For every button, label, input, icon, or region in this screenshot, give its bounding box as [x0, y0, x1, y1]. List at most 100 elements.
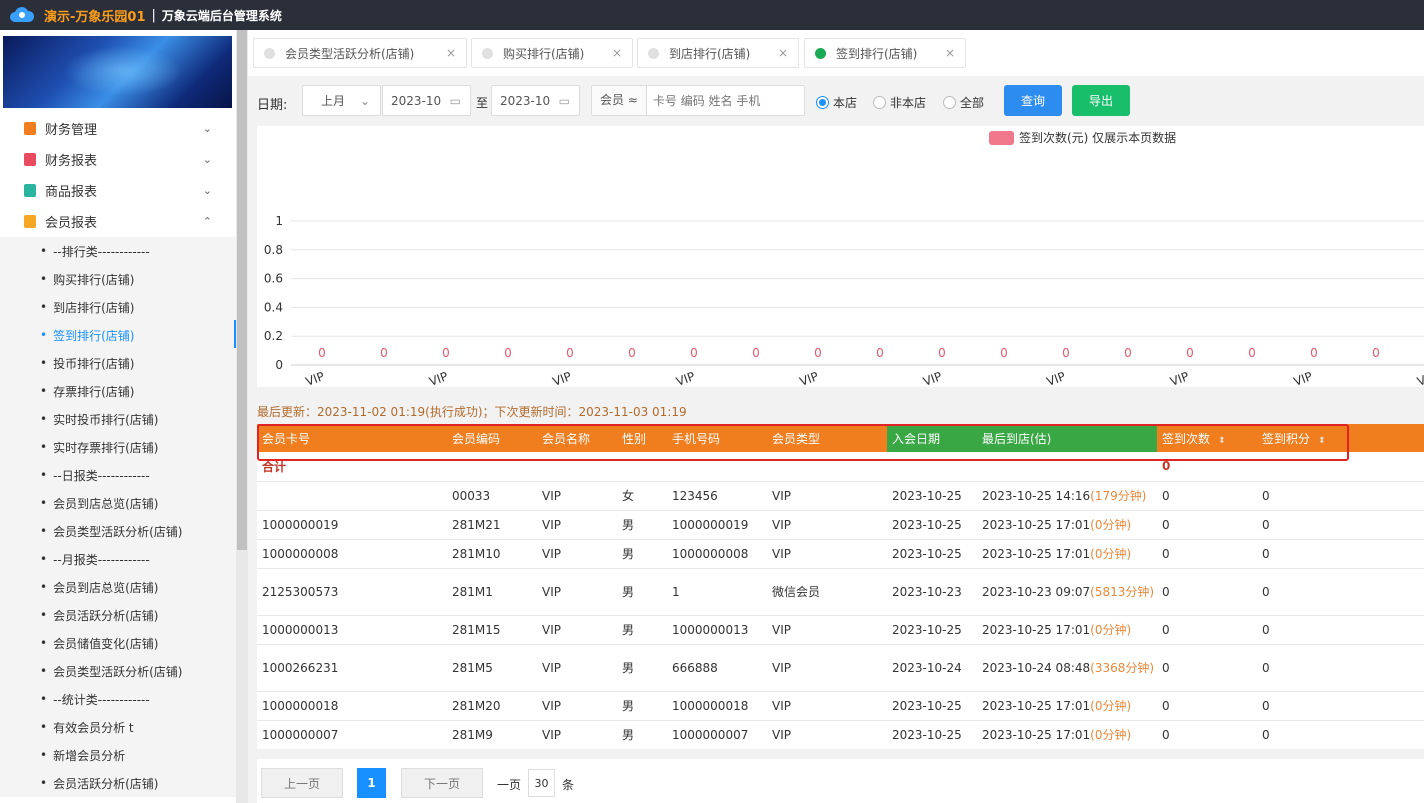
bar-value-label: 0 [380, 346, 388, 360]
sidebar-item[interactable]: • 会员类型活跃分析(店铺) [0, 657, 236, 685]
radio-circle[interactable] [873, 96, 886, 109]
start-date-input[interactable]: 2023-10 ▭ [382, 85, 471, 116]
next-page-button[interactable]: 下一页 [401, 768, 483, 798]
last-update-text: 最后更新：2023-11-02 01:19(执行成功)；下次更新时间：2023-… [257, 405, 687, 419]
cell-phone-text: 1000000013 [672, 622, 749, 637]
cell-code-text: 00033 [452, 488, 491, 503]
sidebar-item-label: 会员活跃分析(店铺) [53, 608, 159, 623]
sidebar-item[interactable]: • 购买排行(店铺) [0, 265, 236, 293]
table-row[interactable]: 1000000008 281M10 VIP 男 1000000008 VIP 2023-10… [257, 539, 1424, 569]
close-icon[interactable]: × [612, 46, 622, 60]
sidebar-item[interactable]: • --统计类------------ [0, 685, 236, 713]
sidebar-item[interactable]: • 会员活跃分析(店铺) [0, 601, 236, 629]
sidebar-item[interactable]: • 实时存票排行(店铺) [0, 433, 236, 461]
sort-icon[interactable]: ⬍ [1318, 436, 1326, 446]
sidebar-item[interactable]: • 实时投币排行(店铺) [0, 405, 236, 433]
cell-name-text: VIP [542, 546, 561, 561]
radio-option[interactable]: 全部 [943, 94, 984, 111]
column-header[interactable]: 签到次数 ⬍ [1157, 424, 1257, 452]
table-row[interactable]: 1000000007 281M9 VIP 男 1000000007 VIP 2023-10-… [257, 720, 1424, 749]
cell-type: VIP [767, 510, 887, 540]
bar-value-label: 0 [1062, 346, 1070, 360]
sidebar-item[interactable]: • 签到排行(店铺) [0, 321, 236, 349]
cell-code-text: 281M10 [452, 546, 501, 561]
table-row[interactable]: 1000000019 281M21 VIP 男 1000000019 VIP 2023-10… [257, 510, 1424, 540]
cell-phone: 123456 [667, 481, 767, 511]
sort-icon[interactable]: ⬍ [1218, 436, 1226, 446]
sidebar-scrollbar[interactable] [236, 30, 248, 803]
cell-type-text: VIP [772, 660, 791, 675]
sidebar-item-label: 会员类型活跃分析(店铺) [53, 524, 183, 539]
sidebar-item[interactable]: • 到店排行(店铺) [0, 293, 236, 321]
sidebar-item[interactable]: • 会员活跃分析(店铺) [0, 769, 236, 797]
cell-last: 2023-10-25 17:01(0分钟) [977, 510, 1157, 540]
sidebar-item[interactable]: • 投币排行(店铺) [0, 349, 236, 377]
radio-circle[interactable] [816, 96, 829, 109]
column-header[interactable]: 签到积分 ⬍ [1257, 424, 1424, 452]
cell-sex-text: 男 [622, 728, 635, 742]
radio-label: 全部 [960, 96, 985, 110]
cell-card-text: 1000266231 [262, 660, 339, 675]
sidebar-item[interactable]: • --排行类------------ [0, 237, 236, 265]
chart-svg: 签到次数(元) 仅展示本页数据 1 0.8 0.6 0.4 0.2 0 0 0 0 0 0 0 0 0 0 0 0… [264, 130, 1424, 387]
close-icon[interactable]: × [446, 46, 456, 60]
sidebar-group-4[interactable]: 会员报表 ⌃ [0, 206, 236, 237]
bullet-icon: • [40, 552, 48, 566]
close-icon[interactable]: × [778, 46, 788, 60]
cell-type-text: 微信会员 [772, 584, 821, 599]
radio-option[interactable]: 非本店 [873, 94, 926, 111]
page-size-input[interactable]: 30 [528, 769, 555, 797]
bullet-icon: • [40, 356, 48, 370]
cell-type-text: VIP [772, 546, 791, 561]
sidebar-item[interactable]: • 会员到店总览(店铺) [0, 489, 236, 517]
sidebar-item[interactable]: • 会员储值变化(店铺) [0, 629, 236, 657]
cell-type: VIP [767, 539, 887, 569]
member-search-input[interactable] [646, 87, 797, 114]
scrollbar-thumb[interactable] [237, 30, 247, 550]
export-button[interactable]: 导出 [1072, 85, 1130, 116]
sidebar-item[interactable]: • --日报类------------ [0, 461, 236, 489]
radio-option[interactable]: 本店 [816, 94, 857, 111]
prev-page-button[interactable]: 上一页 [261, 768, 343, 798]
legend-swatch [989, 131, 1014, 145]
sidebar-item-label: 签到排行(店铺) [53, 328, 135, 343]
sidebar-group-1[interactable]: 财务管理 ⌄ [0, 113, 236, 144]
sidebar-item[interactable]: • --月报类------------ [0, 545, 236, 573]
tab-3[interactable]: 到店排行(店铺) × [637, 38, 799, 68]
table-row[interactable]: 1000000018 281M20 VIP 男 1000000018 VIP 2023-10… [257, 691, 1424, 721]
tab-1[interactable]: 会员类型活跃分析(店铺) × [253, 38, 467, 68]
sidebar-group-2[interactable]: 财务报表 ⌄ [0, 144, 236, 175]
sidebar-item[interactable]: • 新增会员分析 [0, 741, 236, 769]
tab-2[interactable]: 购买排行(店铺) × [471, 38, 633, 68]
tab-4[interactable]: 签到排行(店铺) × [804, 38, 966, 68]
cell-count-text: 0 [1162, 622, 1170, 637]
sign-in-chart: 签到次数(元) 仅展示本页数据 1 0.8 0.6 0.4 0.2 0 0 0 0 0 0 0 0 0 0 0 0… [257, 126, 1424, 387]
page-1-button[interactable]: 1 [357, 768, 386, 798]
cell-join-text: 2023-10-25 [892, 622, 962, 637]
column-header: 手机号码 [667, 424, 767, 452]
sidebar-item-label: 到店排行(店铺) [53, 300, 135, 315]
column-header-label: 手机号码 [672, 431, 721, 446]
sidebar-item[interactable]: • 会员类型活跃分析(店铺) [0, 517, 236, 545]
close-icon[interactable]: × [945, 46, 955, 60]
sidebar-group-3[interactable]: 商品报表 ⌄ [0, 175, 236, 206]
bar-value-label: 0 [1000, 346, 1008, 360]
sidebar-item[interactable]: • 有效会员分析 t [0, 713, 236, 741]
cell-points-text: 0 [1262, 488, 1270, 503]
query-button[interactable]: 查询 [1004, 85, 1062, 116]
cell-name: VIP [537, 568, 617, 616]
table-row[interactable]: 1000000013 281M15 VIP 男 1000000013 VIP 2023-10… [257, 615, 1424, 645]
sidebar-item[interactable]: • 存票排行(店铺) [0, 377, 236, 405]
period-select[interactable]: 上月 ⌄ [302, 85, 381, 116]
table-row[interactable]: 00033 VIP 女 123456 VIP 2023-10-25 2023-10-25 1… [257, 481, 1424, 511]
table-row[interactable]: 1000266231 281M5 VIP 男 666888 VIP 2023-10-24 20… [257, 644, 1424, 692]
cell-type: VIP [767, 615, 887, 645]
radio-circle[interactable] [943, 96, 956, 109]
column-header: 会员卡号 [257, 424, 447, 452]
table-row[interactable]: 2125300573 281M1 VIP 男 1 微信会员 2023-10-23 2023-1… [257, 568, 1424, 616]
member-search-field[interactable]: 会员 ≈ [591, 85, 805, 116]
bar-value-label: 0 [690, 346, 698, 360]
cell-count-text: 0 [1162, 727, 1170, 742]
sidebar-item[interactable]: • 会员到店总览(店铺) [0, 573, 236, 601]
end-date-input[interactable]: 2023-10 ▭ [491, 85, 580, 116]
